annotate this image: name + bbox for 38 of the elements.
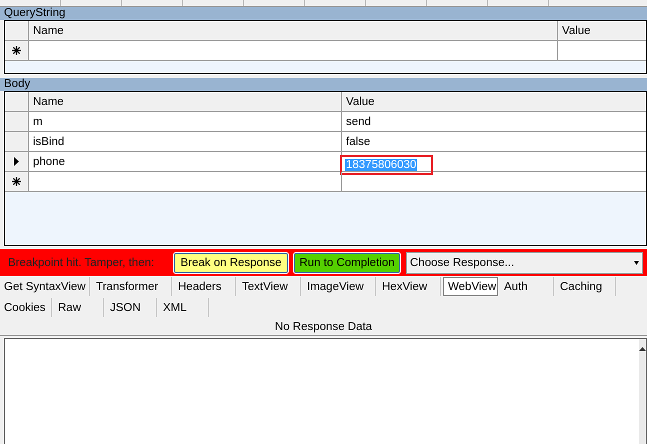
run-button[interactable]: Run to Completion [294, 252, 400, 272]
tab[interactable]: Get SyntaxView [0, 277, 90, 296]
tab[interactable]: Caching [556, 277, 616, 296]
row-header[interactable] [5, 172, 29, 191]
column-header[interactable]: Value [342, 92, 646, 111]
table-cell[interactable]: m [29, 112, 342, 131]
row-header[interactable] [5, 152, 29, 171]
table-cell[interactable]: false [342, 132, 646, 151]
tab[interactable]: XML [159, 298, 209, 317]
breakpoint-message: Breakpoint hit. Tamper, then: [8, 256, 156, 268]
status-text: No Response Data [274, 320, 372, 332]
new-row-icon [12, 46, 21, 55]
tab[interactable]: Raw [54, 298, 104, 317]
tab[interactable]: Cookies [0, 298, 52, 317]
tab[interactable]: Transformer [92, 277, 172, 296]
tab[interactable]: WebView [443, 277, 498, 296]
new-row-icon [12, 177, 21, 186]
tab[interactable]: ImageView [303, 277, 376, 296]
scroll-up-icon[interactable] [639, 347, 646, 351]
tab[interactable]: Auth [500, 277, 554, 296]
table-cell[interactable]: send [342, 112, 646, 131]
section-header: Body [0, 78, 647, 91]
break-button[interactable]: Break on Response [174, 252, 288, 272]
scrollbar[interactable] [639, 339, 646, 444]
tab[interactable]: Headers [174, 277, 236, 296]
column-header[interactable]: Name [29, 92, 342, 111]
column-header[interactable]: Value [558, 21, 646, 40]
section-header: QueryString [0, 7, 647, 20]
tab[interactable]: TextView [238, 277, 301, 296]
tab[interactable]: JSON [106, 298, 157, 317]
current-row-icon [14, 157, 19, 166]
response-dropdown[interactable]: Choose Response... [406, 252, 643, 274]
dropdown-caret-icon [634, 260, 639, 264]
table-cell[interactable]: phone [29, 152, 342, 171]
column-header[interactable]: Name [29, 21, 558, 40]
row-header[interactable] [5, 41, 29, 60]
tab[interactable]: HexView [378, 277, 441, 296]
table-cell[interactable]: isBind [29, 132, 342, 151]
